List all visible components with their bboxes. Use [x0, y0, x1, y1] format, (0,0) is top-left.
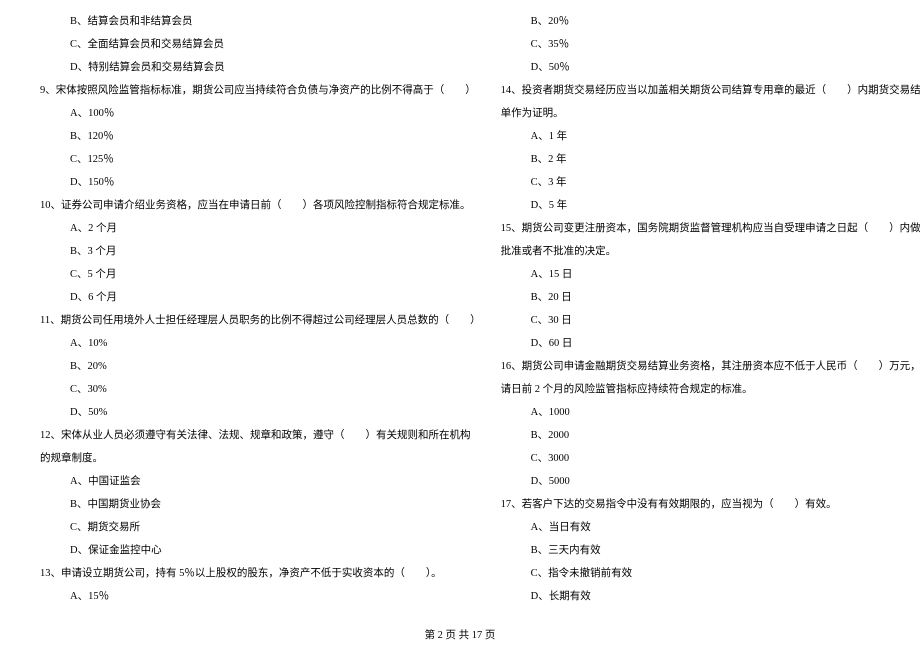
q17-option-a: A、当日有效: [501, 516, 920, 539]
q8-option-d: D、特别结算会员和交易结算会员: [40, 56, 481, 79]
q15-option-b: B、20 日: [501, 286, 920, 309]
q10-option-d: D、6 个月: [40, 286, 481, 309]
q10-option-c: C、5 个月: [40, 263, 481, 286]
two-column-layout: B、结算会员和非结算会员 C、全面结算会员和交易结算会员 D、特别结算会员和交易…: [40, 10, 880, 610]
q17-option-c: C、指令未撤销前有效: [501, 562, 920, 585]
q11-option-b: B、20%: [40, 355, 481, 378]
q15-option-c: C、30 日: [501, 309, 920, 332]
q10-option-b: B、3 个月: [40, 240, 481, 263]
page-footer: 第 2 页 共 17 页: [0, 627, 920, 642]
q14-option-a: A、1 年: [501, 125, 920, 148]
q14-option-c: C、3 年: [501, 171, 920, 194]
q15-stem: 15、期货公司变更注册资本，国务院期货监督管理机构应当自受理申请之日起（ ）内做…: [501, 217, 920, 240]
q13-stem: 13、申请设立期货公司，持有 5％以上股权的股东，净资产不低于实收资本的（ ）。: [40, 562, 481, 585]
right-column: B、20％ C、35％ D、50％ 14、投资者期货交易经历应当以加盖相关期货公…: [501, 10, 920, 610]
left-column: B、结算会员和非结算会员 C、全面结算会员和交易结算会员 D、特别结算会员和交易…: [40, 10, 481, 610]
q12-option-b: B、中国期货业协会: [40, 493, 481, 516]
q17-option-b: B、三天内有效: [501, 539, 920, 562]
q11-option-a: A、10%: [40, 332, 481, 355]
q11-option-c: C、30%: [40, 378, 481, 401]
q17-stem: 17、若客户下达的交易指令中没有有效期限的，应当视为（ ）有效。: [501, 493, 920, 516]
q15-stem-2: 批准或者不批准的决定。: [501, 240, 920, 263]
q11-option-d: D、50%: [40, 401, 481, 424]
q13-option-b: B、20％: [501, 10, 920, 33]
q12-option-d: D、保证金监控中心: [40, 539, 481, 562]
q12-stem: 12、宋体从业人员必须遵守有关法律、法规、规章和政策，遵守（ ）有关规则和所在机…: [40, 424, 481, 447]
q9-option-b: B、120％: [40, 125, 481, 148]
q10-option-a: A、2 个月: [40, 217, 481, 240]
q11-stem: 11、期货公司任用境外人士担任经理层人员职务的比例不得超过公司经理层人员总数的（…: [40, 309, 481, 332]
q15-option-a: A、15 日: [501, 263, 920, 286]
q16-stem-2: 请日前 2 个月的风险监管指标应持续符合规定的标准。: [501, 378, 920, 401]
q16-option-b: B、2000: [501, 424, 920, 447]
q14-stem-2: 单作为证明。: [501, 102, 920, 125]
q12-stem-2: 的规章制度。: [40, 447, 481, 470]
q14-option-d: D、5 年: [501, 194, 920, 217]
q8-option-c: C、全面结算会员和交易结算会员: [40, 33, 481, 56]
q9-option-a: A、100％: [40, 102, 481, 125]
q16-option-a: A、1000: [501, 401, 920, 424]
q13-option-a: A、15％: [40, 585, 481, 608]
q10-stem: 10、证券公司申请介绍业务资格，应当在申请日前（ ）各项风险控制指标符合规定标准…: [40, 194, 481, 217]
q12-option-a: A、中国证监会: [40, 470, 481, 493]
q16-option-c: C、3000: [501, 447, 920, 470]
q16-option-d: D、5000: [501, 470, 920, 493]
q14-stem: 14、投资者期货交易经历应当以加盖相关期货公司结算专用章的最近（ ）内期货交易结…: [501, 79, 920, 102]
q13-option-c: C、35％: [501, 33, 920, 56]
q12-option-c: C、期货交易所: [40, 516, 481, 539]
q9-option-c: C、125％: [40, 148, 481, 171]
q9-stem: 9、宋体按照风险监管指标标准，期货公司应当持续符合负债与净资产的比例不得高于（ …: [40, 79, 481, 102]
q17-option-d: D、长期有效: [501, 585, 920, 608]
q16-stem: 16、期货公司申请金融期货交易结算业务资格，其注册资本应不低于人民币（ ）万元，…: [501, 355, 920, 378]
q9-option-d: D、150％: [40, 171, 481, 194]
q13-option-d: D、50％: [501, 56, 920, 79]
q15-option-d: D、60 日: [501, 332, 920, 355]
q8-option-b: B、结算会员和非结算会员: [40, 10, 481, 33]
q14-option-b: B、2 年: [501, 148, 920, 171]
